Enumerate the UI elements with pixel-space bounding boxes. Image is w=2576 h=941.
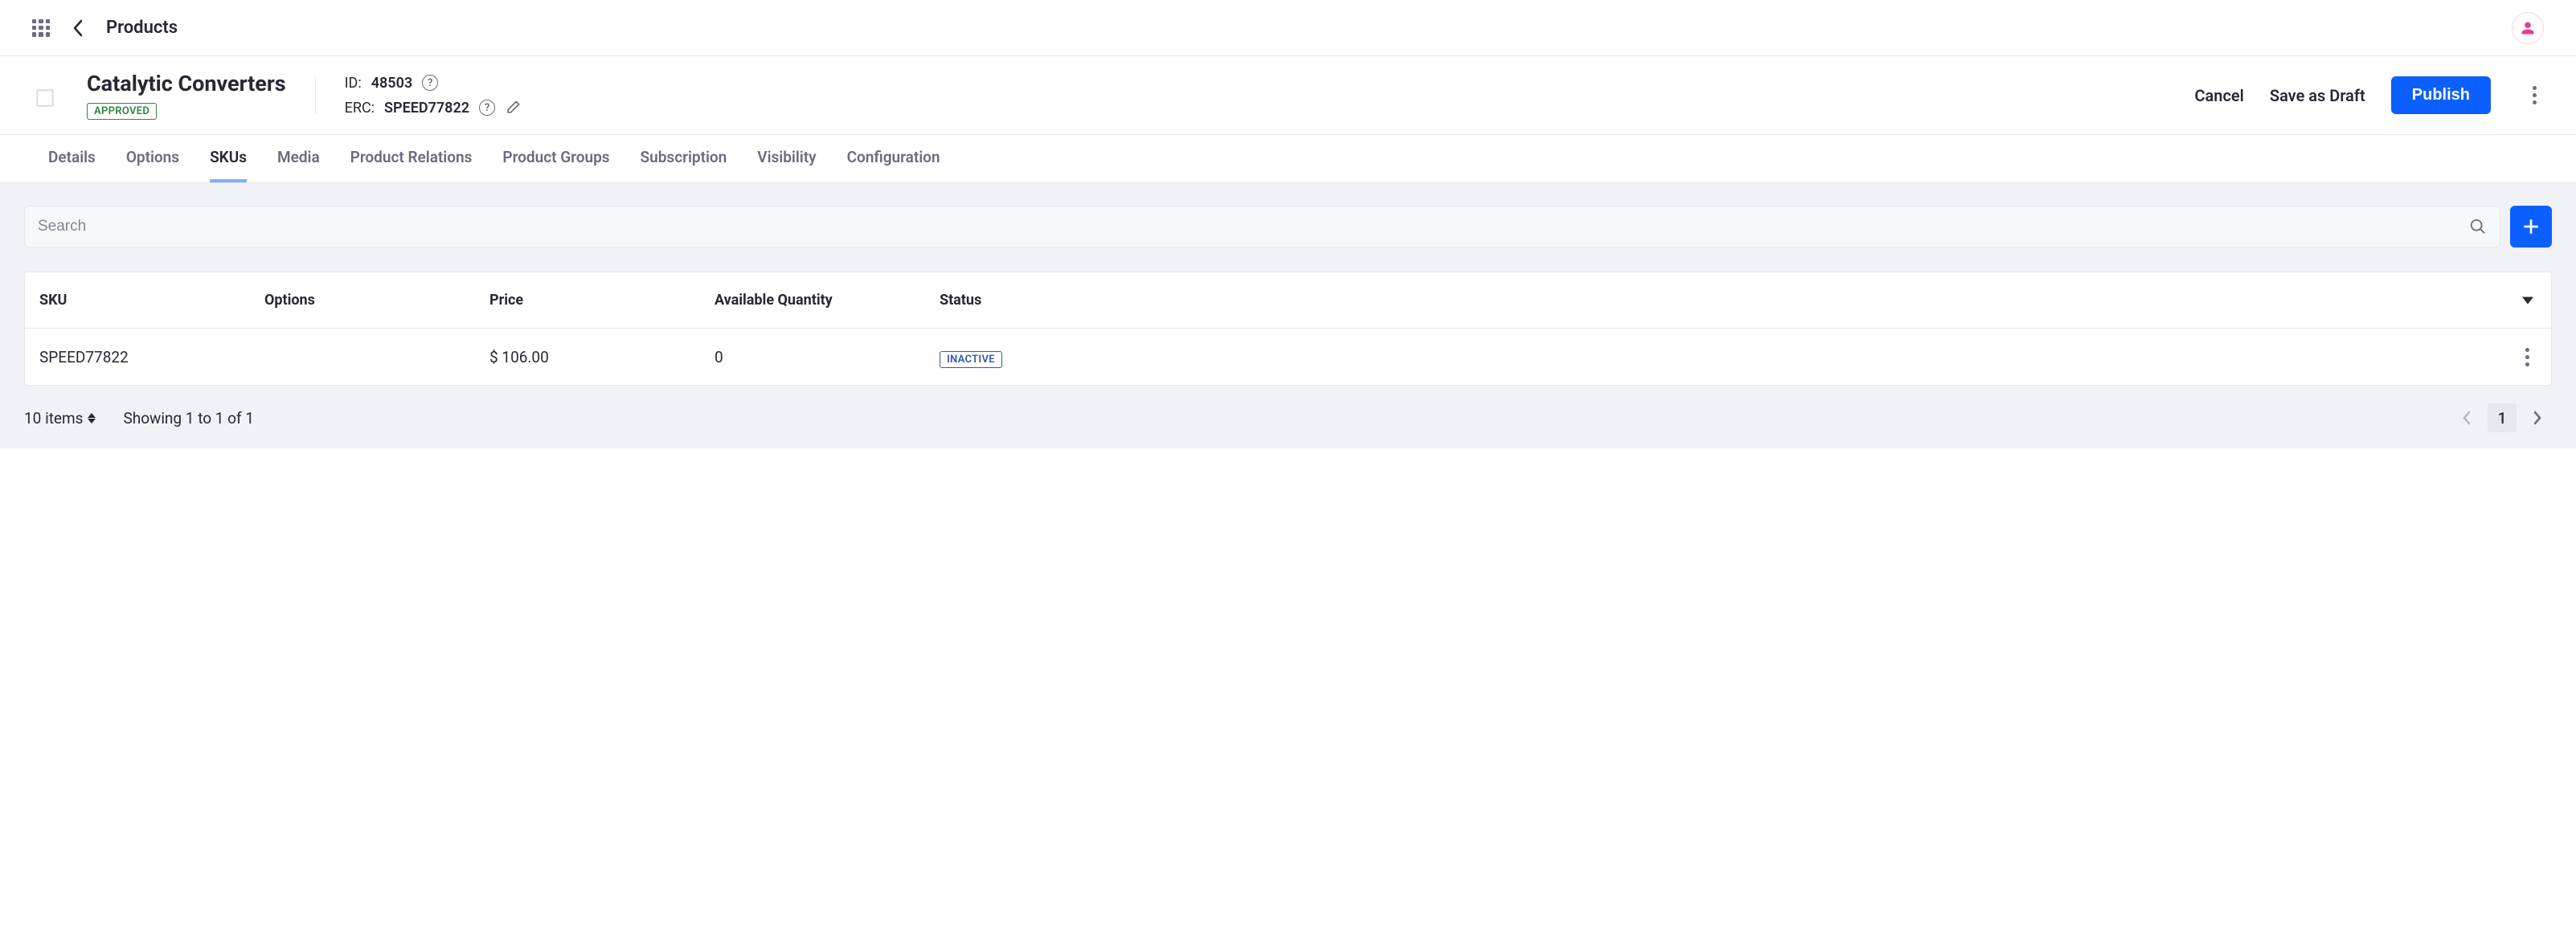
- breadcrumb[interactable]: Products: [106, 18, 178, 38]
- erc-row: ERC: SPEED77822 ?: [345, 100, 521, 117]
- table-row[interactable]: SPEED77822 $ 106.000INACTIVE: [25, 329, 2551, 385]
- pager: 1: [2452, 403, 2552, 432]
- tab-configuration[interactable]: Configuration: [847, 135, 940, 182]
- col-header-status[interactable]: Status: [940, 292, 2537, 309]
- showing-text: Showing 1 to 1 of 1: [123, 409, 254, 428]
- apps-menu-icon[interactable]: [32, 19, 50, 37]
- more-actions-icon[interactable]: [2525, 81, 2544, 109]
- id-row: ID: 48503 ?: [345, 75, 521, 92]
- tab-product-groups[interactable]: Product Groups: [502, 135, 609, 182]
- search-icon[interactable]: [2469, 218, 2487, 235]
- cell-price: $ 106.00: [489, 348, 715, 366]
- tab-media[interactable]: Media: [277, 135, 320, 182]
- help-icon[interactable]: ?: [479, 100, 495, 116]
- header-actions: Cancel Save as Draft Publish: [2194, 76, 2544, 114]
- publish-button[interactable]: Publish: [2391, 76, 2491, 114]
- product-header: Catalytic Converters APPROVED ID: 48503 …: [0, 56, 2576, 135]
- id-label: ID:: [345, 75, 362, 92]
- edit-erc-icon[interactable]: [505, 100, 521, 116]
- cell-sku: SPEED77822: [39, 348, 264, 366]
- search-input[interactable]: [38, 218, 2469, 235]
- tab-skus[interactable]: SKUs: [210, 135, 247, 182]
- title-block: Catalytic Converters APPROVED: [87, 71, 286, 120]
- cancel-button[interactable]: Cancel: [2194, 86, 2243, 105]
- cell-status: INACTIVE: [940, 348, 2504, 366]
- erc-value: SPEED77822: [384, 100, 469, 117]
- pager-current-page[interactable]: 1: [2488, 403, 2517, 432]
- help-icon[interactable]: ?: [422, 75, 438, 91]
- tab-subscription[interactable]: Subscription: [641, 135, 727, 182]
- product-thumbnail-placeholder: [32, 85, 58, 111]
- pager-next-button[interactable]: [2523, 403, 2552, 432]
- col-header-qty[interactable]: Available Quantity: [715, 292, 940, 309]
- search-row: [24, 206, 2552, 248]
- tab-visibility[interactable]: Visibility: [757, 135, 816, 182]
- status-badge: INACTIVE: [940, 351, 1002, 368]
- sku-table: SKU Options Price Available Quantity Sta…: [24, 272, 2552, 386]
- content-area: SKU Options Price Available Quantity Sta…: [0, 183, 2576, 448]
- items-per-page-select[interactable]: 10 items: [24, 409, 96, 428]
- back-icon[interactable]: [68, 14, 88, 42]
- divider: [315, 77, 316, 114]
- col-header-price[interactable]: Price: [489, 292, 715, 309]
- row-actions-icon[interactable]: [2517, 343, 2537, 371]
- items-per-page-label: 10 items: [24, 409, 83, 428]
- add-sku-button[interactable]: [2510, 206, 2552, 248]
- sort-caret-icon[interactable]: [2522, 292, 2533, 309]
- topbar: Products: [0, 0, 2576, 56]
- topbar-left: Products: [32, 14, 178, 42]
- approved-badge: APPROVED: [87, 103, 157, 120]
- updown-caret-icon: [88, 413, 96, 423]
- meta-block: ID: 48503 ? ERC: SPEED77822 ?: [345, 75, 521, 117]
- tab-details[interactable]: Details: [48, 135, 96, 182]
- search-wrap: [24, 206, 2500, 248]
- cell-qty: 0: [715, 348, 940, 366]
- tabs: Details Options SKUs Media Product Relations…: [0, 135, 2576, 183]
- tab-product-relations[interactable]: Product Relations: [350, 135, 473, 182]
- tab-options[interactable]: Options: [126, 135, 179, 182]
- user-avatar[interactable]: [2512, 12, 2544, 44]
- erc-label: ERC:: [345, 100, 375, 117]
- id-value: 48503: [371, 75, 412, 92]
- table-footer: 10 items Showing 1 to 1 of 1 1: [24, 403, 2552, 432]
- col-header-options[interactable]: Options: [264, 292, 489, 309]
- product-name: Catalytic Converters: [87, 71, 286, 96]
- save-draft-button[interactable]: Save as Draft: [2270, 86, 2365, 105]
- pager-prev-button[interactable]: [2452, 403, 2481, 432]
- table-header: SKU Options Price Available Quantity Sta…: [25, 272, 2551, 329]
- col-header-sku[interactable]: SKU: [39, 292, 264, 309]
